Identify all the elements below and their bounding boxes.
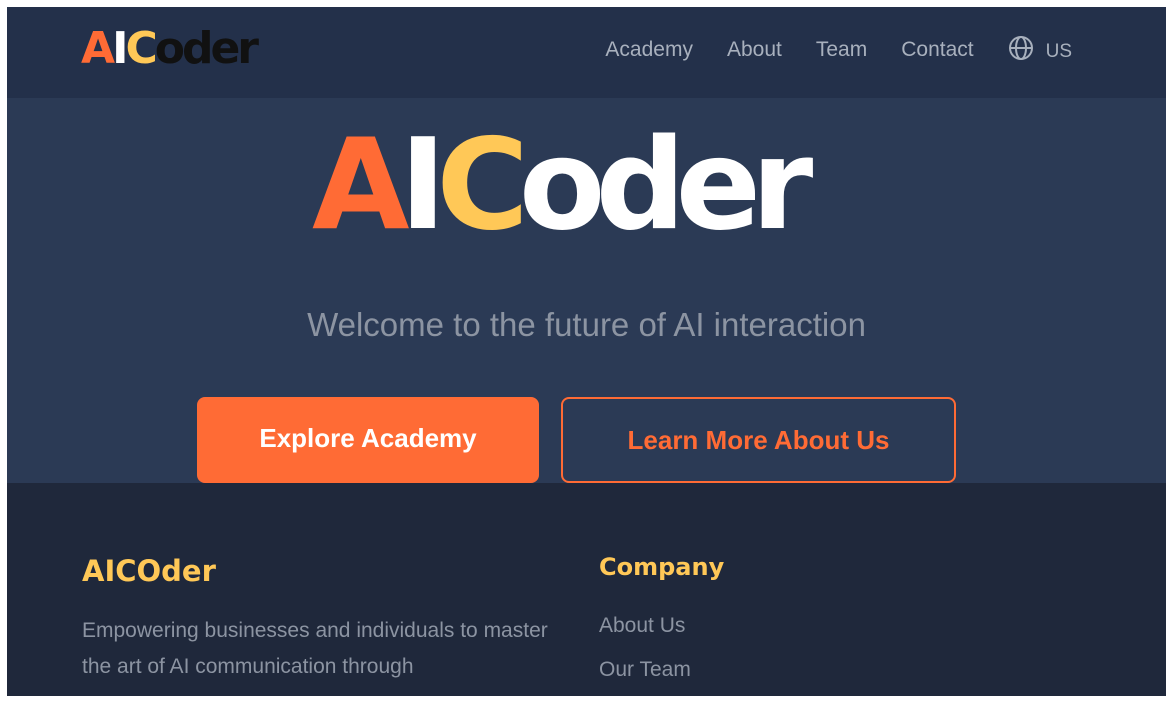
- logo-letter-c: C: [125, 23, 157, 74]
- logo-letters-oder: oder: [154, 23, 259, 74]
- page: AICoder Academy About Team Contact US AI…: [7, 7, 1166, 696]
- explore-academy-button[interactable]: Explore Academy: [197, 397, 539, 483]
- hero-logo: AICoder: [312, 120, 813, 250]
- footer-description: Empowering businesses and individuals to…: [82, 619, 548, 678]
- learn-more-button[interactable]: Learn More About Us: [561, 397, 956, 483]
- footer-company-links: About Us Our Team: [599, 611, 691, 696]
- header-logo[interactable]: AICoder: [81, 23, 259, 74]
- globe-icon: [1008, 35, 1034, 65]
- list-item: About Us: [599, 611, 691, 655]
- list-item: Our Team: [599, 655, 691, 696]
- site-footer: AICOder Empowering businesses and indivi…: [7, 483, 1166, 696]
- main-nav: Academy About Team Contact US: [605, 35, 1072, 65]
- language-label: US: [1045, 41, 1072, 62]
- footer-company-title: Company: [599, 553, 725, 581]
- hero-logo-letter-a: A: [312, 111, 409, 258]
- nav-academy[interactable]: Academy: [605, 35, 693, 65]
- footer-link-about-us[interactable]: About Us: [599, 614, 685, 637]
- site-header: AICoder Academy About Team Contact US: [7, 7, 1166, 98]
- footer-brand: AICOder: [82, 554, 216, 588]
- hero-logo-letter-c: C: [436, 111, 529, 258]
- language-selector[interactable]: US: [1008, 35, 1072, 65]
- nav-contact[interactable]: Contact: [901, 35, 973, 65]
- nav-team[interactable]: Team: [816, 35, 867, 65]
- logo-letter-a: A: [81, 23, 115, 74]
- hero-logo-letter-i: I: [399, 111, 447, 258]
- logo-letter-i: I: [112, 23, 128, 74]
- nav-about[interactable]: About: [727, 35, 782, 65]
- hero-tagline: Welcome to the future of AI interaction: [307, 306, 866, 343]
- hero-logo-letters-oder: oder: [518, 111, 813, 258]
- footer-link-our-team[interactable]: Our Team: [599, 658, 691, 681]
